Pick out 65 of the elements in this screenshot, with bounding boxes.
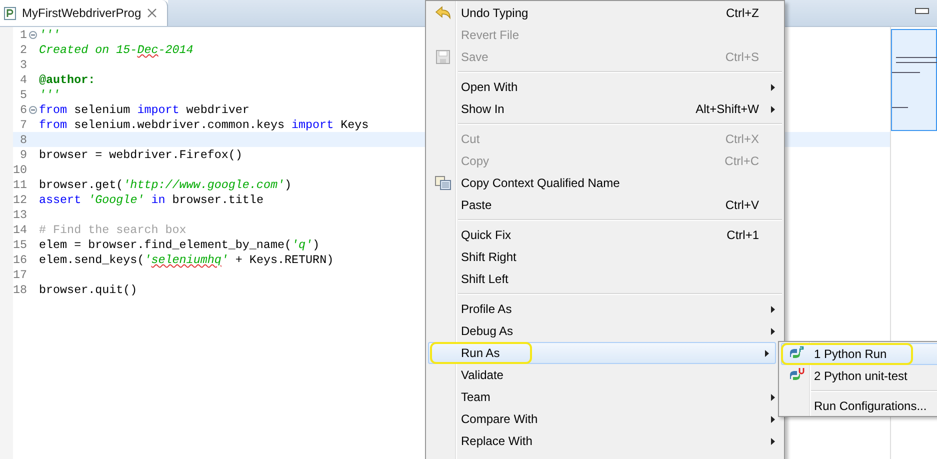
- menu-item[interactable]: 2 Python unit-test: [781, 365, 937, 387]
- code-line: browser.get('http://www.google.com'): [39, 178, 292, 192]
- code-line: from selenium.webdriver.common.keys import Keys: [39, 118, 369, 132]
- submenu-arrow-icon: [771, 106, 775, 112]
- code-line: Created on 15-Dec-2014: [39, 42, 194, 56]
- menu-item[interactable]: Replace With: [428, 430, 782, 452]
- minimize-icon[interactable]: [915, 8, 929, 14]
- undo-arrow-icon: [435, 6, 451, 20]
- line-number: 10: [13, 162, 27, 176]
- line-number: 17: [13, 268, 27, 282]
- python-file-icon: [4, 6, 16, 20]
- menu-item[interactable]: Open With: [428, 76, 782, 98]
- close-icon[interactable]: [147, 8, 158, 18]
- code-line: from selenium import webdriver: [39, 102, 250, 116]
- code-line: elem.send_keys('seleniumhq' + Keys.RETURN): [39, 252, 334, 266]
- submenu-arrow-icon: [771, 84, 775, 90]
- submenu-arrow-icon: [765, 350, 769, 356]
- save-icon: [436, 50, 450, 64]
- menu-item[interactable]: Profile As: [428, 298, 782, 320]
- menu-item[interactable]: Shift Right: [428, 246, 782, 268]
- menu-item[interactable]: Copy Context Qualified Name: [428, 172, 782, 194]
- line-number: 11: [13, 178, 27, 192]
- submenu-arrow-icon: [771, 416, 775, 422]
- code-line: ''': [39, 88, 60, 102]
- menu-item[interactable]: Validate: [428, 364, 782, 386]
- line-number: 2: [18, 42, 27, 56]
- code-line: @author:: [39, 72, 96, 86]
- line-number: 18: [13, 282, 27, 296]
- line-number: 15: [13, 238, 27, 252]
- line-number: 8: [18, 132, 27, 146]
- menu-item[interactable]: 1 Python Run: [781, 343, 937, 365]
- fold-icon[interactable]: [29, 30, 37, 38]
- line-number: 9: [18, 148, 27, 162]
- line-number: 4: [18, 72, 27, 86]
- code-line: assert 'Google' in browser.title: [39, 192, 264, 206]
- menu-item[interactable]: Shift Left: [428, 268, 782, 290]
- code-line: browser.quit(): [39, 282, 138, 296]
- line-number: 12: [13, 192, 27, 206]
- menu-item[interactable]: Compare With: [428, 408, 782, 430]
- line-number: 3: [18, 58, 27, 72]
- submenu-arrow-icon: [771, 306, 775, 312]
- menu-item[interactable]: Run Configurations...: [781, 395, 937, 417]
- line-number: 13: [13, 208, 27, 222]
- line-number: 14: [13, 222, 27, 236]
- code-line: ''': [39, 28, 60, 42]
- menu-item[interactable]: Show In Alt+Shift+W: [428, 98, 782, 120]
- submenu-arrow-icon: [771, 438, 775, 444]
- menu-item[interactable]: Quick Fix Ctrl+1: [428, 224, 782, 246]
- menu-item[interactable]: Undo Typing Ctrl+Z: [428, 2, 782, 24]
- line-number: 6: [18, 102, 27, 116]
- menu-item[interactable]: Team: [428, 386, 782, 408]
- code-line: browser = webdriver.Firefox(): [39, 148, 242, 162]
- line-number: 5: [18, 88, 27, 102]
- line-number: 16: [13, 252, 27, 266]
- submenu-arrow-icon: [771, 394, 775, 400]
- menu-item[interactable]: Run As: [428, 342, 776, 364]
- code-line: elem = browser.find_element_by_name('q'): [39, 238, 320, 252]
- submenu-arrow-icon: [771, 328, 775, 334]
- code-line: # Find the search box: [39, 222, 186, 236]
- line-number: 7: [18, 118, 27, 132]
- line-number: 1: [18, 28, 27, 42]
- menu-item[interactable]: Debug As: [428, 320, 782, 342]
- menu-item[interactable]: Paste Ctrl+V: [428, 194, 782, 216]
- copy-icon: [435, 176, 451, 190]
- fold-icon[interactable]: [29, 106, 37, 114]
